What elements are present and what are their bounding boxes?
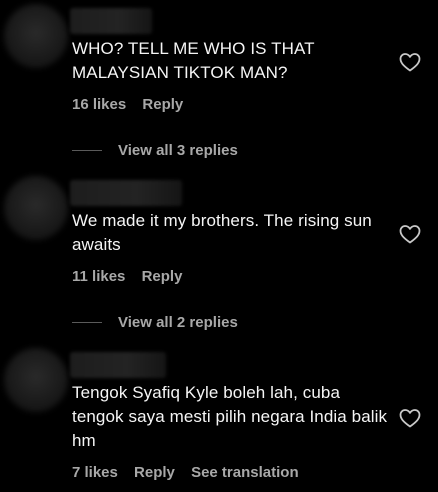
avatar[interactable]	[4, 176, 68, 240]
view-replies-label: View all 3 replies	[118, 141, 238, 159]
reply-button[interactable]: Reply	[142, 96, 183, 113]
divider	[72, 321, 102, 323]
heart-icon[interactable]	[398, 222, 422, 246]
avatar[interactable]	[4, 348, 68, 412]
likes-count[interactable]: 7 likes	[72, 464, 118, 481]
reply-button[interactable]: Reply	[134, 464, 175, 481]
comment-text: We made it my brothers. The rising sun a…	[72, 211, 372, 254]
likes-count[interactable]: 11 likes	[72, 268, 125, 285]
reply-button[interactable]: Reply	[142, 268, 183, 285]
avatar[interactable]	[4, 4, 68, 68]
username-redacted	[70, 8, 152, 34]
heart-icon[interactable]	[398, 50, 422, 74]
comment-text: Tengok Syafiq Kyle boleh lah, cuba tengo…	[72, 383, 388, 450]
view-replies-label: View all 2 replies	[118, 313, 238, 331]
comments-screen: WHO? TELL ME WHO IS THAT MALAYSIAN TIKTO…	[0, 0, 438, 492]
comment-text: WHO? TELL ME WHO IS THAT MALAYSIAN TIKTO…	[72, 39, 315, 82]
divider	[72, 149, 102, 151]
username-redacted	[70, 352, 166, 378]
likes-count[interactable]: 16 likes	[72, 96, 126, 113]
see-translation-button[interactable]: See translation	[191, 464, 299, 481]
username-redacted	[70, 180, 182, 206]
comment-meta: 16 likes Reply	[72, 96, 195, 113]
comment-meta: 7 likes Reply See translation	[72, 464, 311, 481]
view-replies-button[interactable]: View all 2 replies	[72, 312, 238, 332]
view-replies-button[interactable]: View all 3 replies	[72, 140, 238, 160]
heart-icon[interactable]	[398, 406, 422, 430]
comment-meta: 11 likes Reply	[72, 268, 194, 285]
